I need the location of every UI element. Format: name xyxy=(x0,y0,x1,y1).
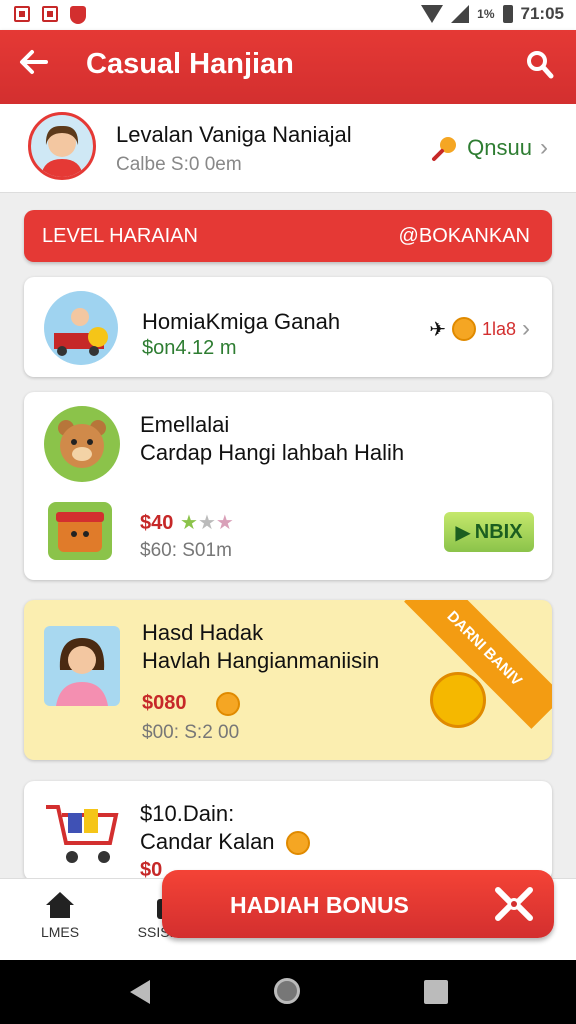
card-price-detail: $60: S01m xyxy=(140,540,232,561)
card-subtitle: Havlah Hangianmaniisin xyxy=(142,648,380,673)
featured-reward-card[interactable]: Hasd Hadak Havlah Hangianmaniisin $080 $… xyxy=(24,600,552,760)
app-bar: Casual Hanjian xyxy=(0,30,576,104)
profile-bonus-label: Qnsuu xyxy=(467,135,532,160)
card-title: Hasd Hadak xyxy=(142,620,264,645)
recents-icon[interactable] xyxy=(424,980,448,1004)
card-price: $on4.12 m xyxy=(142,337,237,359)
back-icon[interactable] xyxy=(130,980,150,1004)
card-title: Emellalai xyxy=(140,412,230,437)
nav-home-label: LMES xyxy=(40,924,80,940)
coin-icon xyxy=(451,317,476,341)
battery-icon xyxy=(502,5,513,23)
card-title: HomiaKmiga Ganah xyxy=(142,309,341,334)
card-tag: ✈ 1la8 › xyxy=(429,315,530,343)
home-circle-icon[interactable] xyxy=(274,978,300,1004)
profile-subtitle: Calbe S:0 0em xyxy=(116,154,242,175)
wifi-icon xyxy=(421,5,444,23)
delivery-icon xyxy=(44,291,118,365)
lollipop-icon xyxy=(432,137,457,161)
page-title: Casual Hanjian xyxy=(86,48,294,80)
card-subtitle: Cardap Hangi lahbah Halih xyxy=(140,440,405,465)
next-button[interactable]: ▶ NBIX xyxy=(444,512,534,552)
home-icon xyxy=(46,892,74,918)
reward-card[interactable]: $10.Dain: Candar Kalan $0 xyxy=(24,781,552,881)
chevron-right-icon: › xyxy=(522,315,530,342)
reward-card[interactable]: Emellalai Cardap Hangi lahbah Halih $40 … xyxy=(24,392,552,580)
chevron-right-icon: › xyxy=(540,134,548,161)
level-banner-action[interactable]: @BOKANKAN xyxy=(399,225,530,248)
play-icon: ▶ xyxy=(455,521,471,544)
girl-avatar-icon xyxy=(44,626,120,706)
nav-home[interactable]: LMES xyxy=(20,889,100,940)
shopping-cart-icon xyxy=(42,799,122,869)
back-arrow-icon[interactable] xyxy=(18,46,54,86)
card-subtitle: Candar Kalan xyxy=(140,829,275,854)
gift-icon xyxy=(495,887,533,921)
card-price-highlight: $080 xyxy=(142,692,187,714)
status-bar: 1% 71:05 xyxy=(0,0,576,30)
shield-icon xyxy=(70,6,86,24)
bonus-button[interactable]: HADIAH BONUS xyxy=(162,870,554,938)
reward-card[interactable]: HomiaKmiga Ganah $on4.12 m ✈ 1la8 › xyxy=(24,277,552,377)
coin-icon xyxy=(216,692,240,716)
card-price-highlight: $40 xyxy=(140,512,174,534)
profile-name: Levalan Vaniga Naniajal xyxy=(116,122,352,147)
clock: 71:05 xyxy=(520,4,564,23)
image-notification-icon xyxy=(42,6,58,22)
bonus-button-label: HADIAH BONUS xyxy=(230,892,409,918)
card-tag-label: 1la8 xyxy=(481,318,516,339)
bear-icon xyxy=(44,406,120,482)
signal-icon xyxy=(451,5,470,23)
next-button-label: NBIX xyxy=(474,520,523,543)
search-icon[interactable] xyxy=(526,50,554,80)
system-navigation-bar xyxy=(0,960,576,1024)
battery-percent: 1% xyxy=(477,7,495,21)
gift-box-icon xyxy=(48,502,112,560)
avatar xyxy=(28,112,96,180)
stars-icon: ★★★ xyxy=(180,512,234,534)
level-banner-title: LEVEL HARAIAN xyxy=(42,225,198,247)
card-price-detail: $00: S:2 00 xyxy=(142,722,240,743)
card-title: $10.Dain: xyxy=(140,801,235,826)
notification-icon xyxy=(14,6,30,22)
profile-row[interactable]: Levalan Vaniga Naniajal Calbe S:0 0em Qn… xyxy=(0,104,576,193)
profile-bonus-link[interactable]: Qnsuu › xyxy=(431,134,548,162)
medal-icon xyxy=(430,672,486,728)
plane-icon: ✈ xyxy=(429,318,446,341)
coin-icon xyxy=(286,831,310,855)
level-banner[interactable]: LEVEL HARAIAN @BOKANKAN xyxy=(24,210,552,262)
